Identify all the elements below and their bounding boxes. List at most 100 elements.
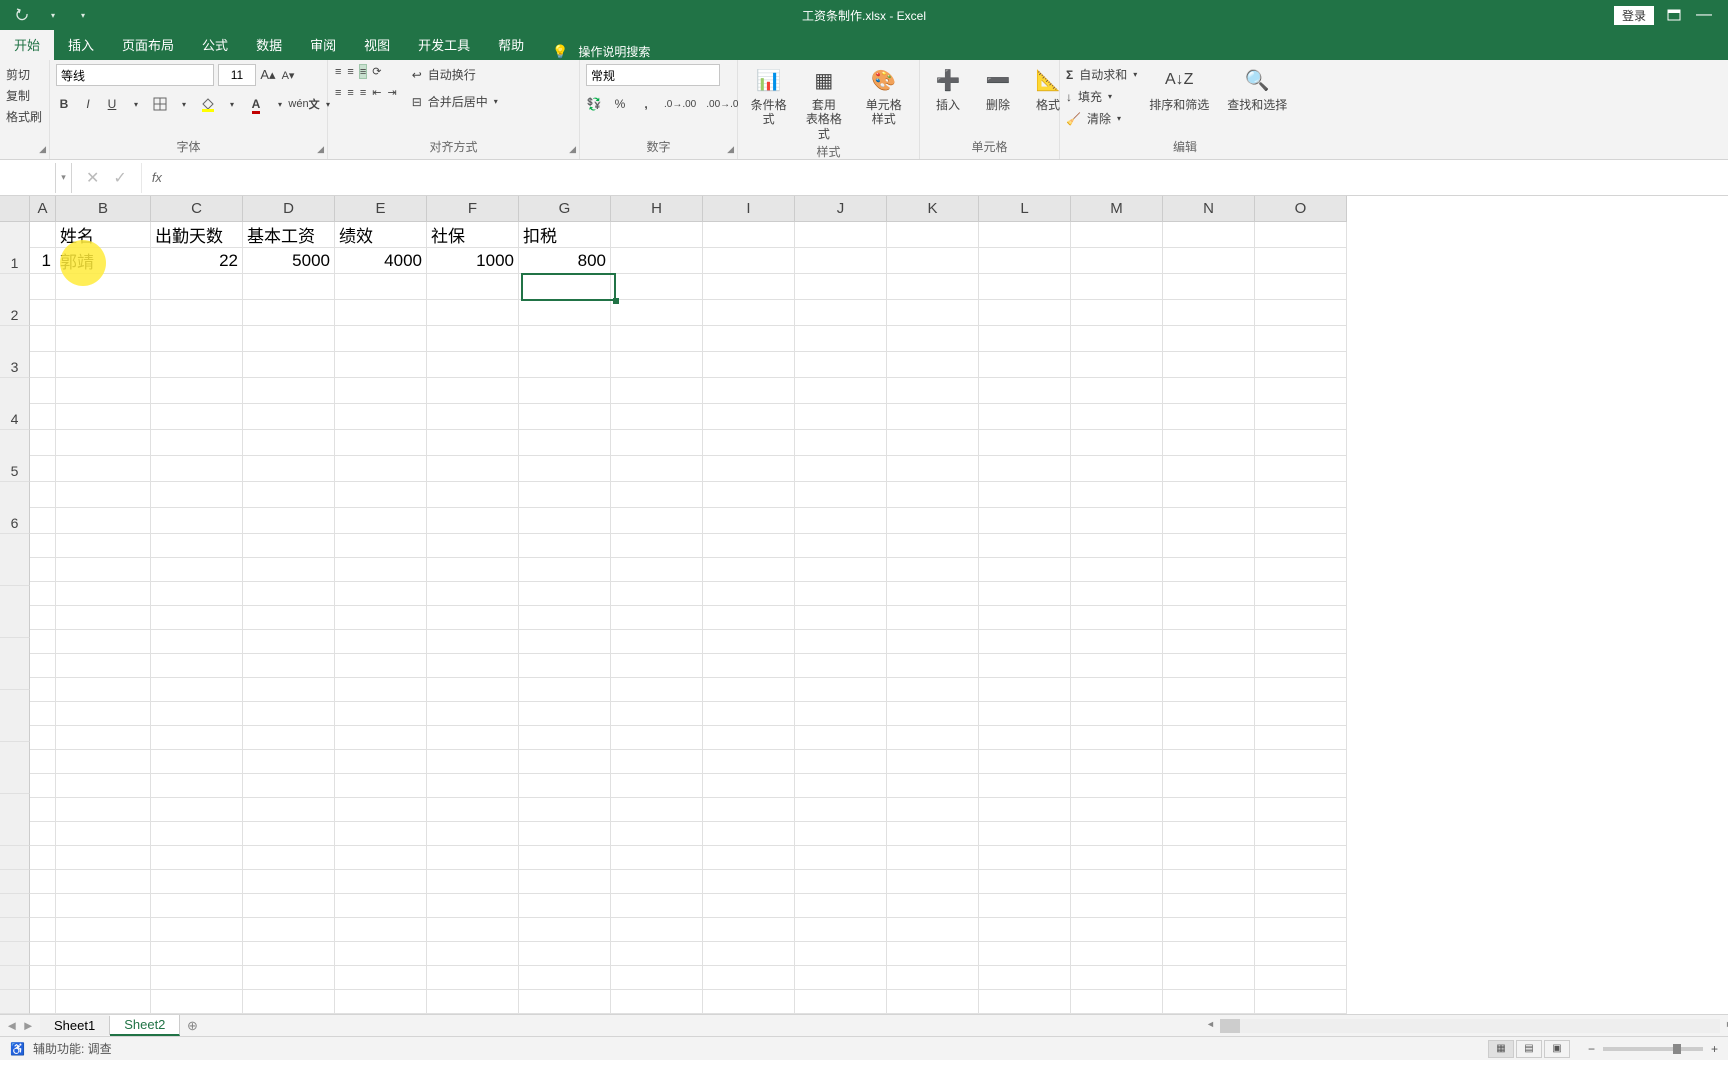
cell[interactable] [887,846,979,870]
cell[interactable] [887,582,979,606]
cell[interactable] [519,846,611,870]
cell[interactable] [703,430,795,456]
cell[interactable] [1163,222,1255,248]
align-right-icon[interactable]: ≡ [359,85,367,100]
cell[interactable] [703,654,795,678]
col-header-L[interactable]: L [979,196,1071,222]
cell[interactable] [611,456,703,482]
decrease-indent-icon[interactable]: ⇤ [371,85,382,100]
cell[interactable] [887,430,979,456]
cell[interactable] [56,558,151,582]
cell[interactable] [335,702,427,726]
cell[interactable] [979,702,1071,726]
cell[interactable] [335,508,427,534]
cell[interactable] [56,404,151,430]
cell[interactable] [795,774,887,798]
cell[interactable] [151,326,243,352]
cell[interactable] [335,456,427,482]
cell[interactable] [611,378,703,404]
cell[interactable] [1255,822,1347,846]
cell[interactable] [427,630,519,654]
cell[interactable] [611,630,703,654]
cell[interactable] [1255,798,1347,822]
row-header-5[interactable]: 5 [0,430,30,482]
cell[interactable] [56,894,151,918]
cell[interactable] [1163,430,1255,456]
cell[interactable] [243,378,335,404]
cell[interactable] [1255,774,1347,798]
cell[interactable] [703,404,795,430]
cell[interactable]: 社保 [427,222,519,248]
cell[interactable] [1163,846,1255,870]
cell[interactable] [243,822,335,846]
row-header-3[interactable]: 3 [0,326,30,378]
cell[interactable] [1255,274,1347,300]
row-header-7[interactable] [0,534,30,586]
enter-formula-icon[interactable]: ✓ [113,168,126,188]
clipboard-launcher-icon[interactable]: ◢ [39,144,46,155]
conditional-format-button[interactable]: 📊 条件格式 [744,64,793,127]
cell[interactable] [519,378,611,404]
cell[interactable] [151,352,243,378]
cell[interactable] [335,774,427,798]
cell[interactable] [1071,482,1163,508]
cell[interactable] [335,582,427,606]
cell[interactable] [1071,942,1163,966]
cell[interactable] [56,750,151,774]
cell[interactable] [979,404,1071,430]
add-sheet-button[interactable]: ⊕ [180,1018,204,1034]
name-box[interactable] [0,163,56,193]
cell[interactable] [703,990,795,1014]
cell[interactable] [1071,798,1163,822]
cell[interactable] [335,654,427,678]
cell[interactable] [795,378,887,404]
cell[interactable] [1255,630,1347,654]
cell[interactable] [519,870,611,894]
col-header-G[interactable]: G [519,196,611,222]
cell[interactable] [887,822,979,846]
cell[interactable] [703,326,795,352]
cell[interactable] [427,774,519,798]
cell[interactable] [1071,508,1163,534]
border-button[interactable] [152,94,168,114]
cell[interactable] [427,918,519,942]
cell[interactable] [427,326,519,352]
cell[interactable] [887,774,979,798]
cell[interactable] [887,248,979,274]
cell[interactable] [243,482,335,508]
col-header-N[interactable]: N [1163,196,1255,222]
cell[interactable] [519,822,611,846]
cell[interactable] [1071,326,1163,352]
cell[interactable] [703,966,795,990]
cell[interactable] [1255,726,1347,750]
increase-decimal-icon[interactable]: .0→.00 [664,94,696,114]
cell[interactable] [611,726,703,750]
cell[interactable] [151,846,243,870]
align-bottom-icon[interactable]: ≡ [359,64,367,79]
cell[interactable] [703,558,795,582]
cell[interactable] [1255,966,1347,990]
cell[interactable] [703,846,795,870]
cell[interactable] [1071,222,1163,248]
percent-format-icon[interactable]: % [612,94,628,114]
cell[interactable] [703,222,795,248]
cell[interactable] [519,508,611,534]
accounting-format-icon[interactable]: 💱 [586,94,602,114]
sheet-tab-2[interactable]: Sheet2 [110,1015,180,1036]
cell[interactable] [1163,404,1255,430]
cell[interactable]: 郭靖 [56,248,151,274]
cell[interactable] [56,630,151,654]
login-button[interactable]: 登录 [1614,6,1654,25]
cell[interactable] [1255,456,1347,482]
cell[interactable] [519,558,611,582]
col-header-J[interactable]: J [795,196,887,222]
cell[interactable] [611,750,703,774]
cell[interactable] [887,750,979,774]
cell[interactable] [427,894,519,918]
cell[interactable] [151,678,243,702]
cell-styles-button[interactable]: 🎨 单元格样式 [854,64,913,127]
cell[interactable] [151,378,243,404]
cell[interactable]: 绩效 [335,222,427,248]
cell[interactable] [427,606,519,630]
cell[interactable] [611,774,703,798]
